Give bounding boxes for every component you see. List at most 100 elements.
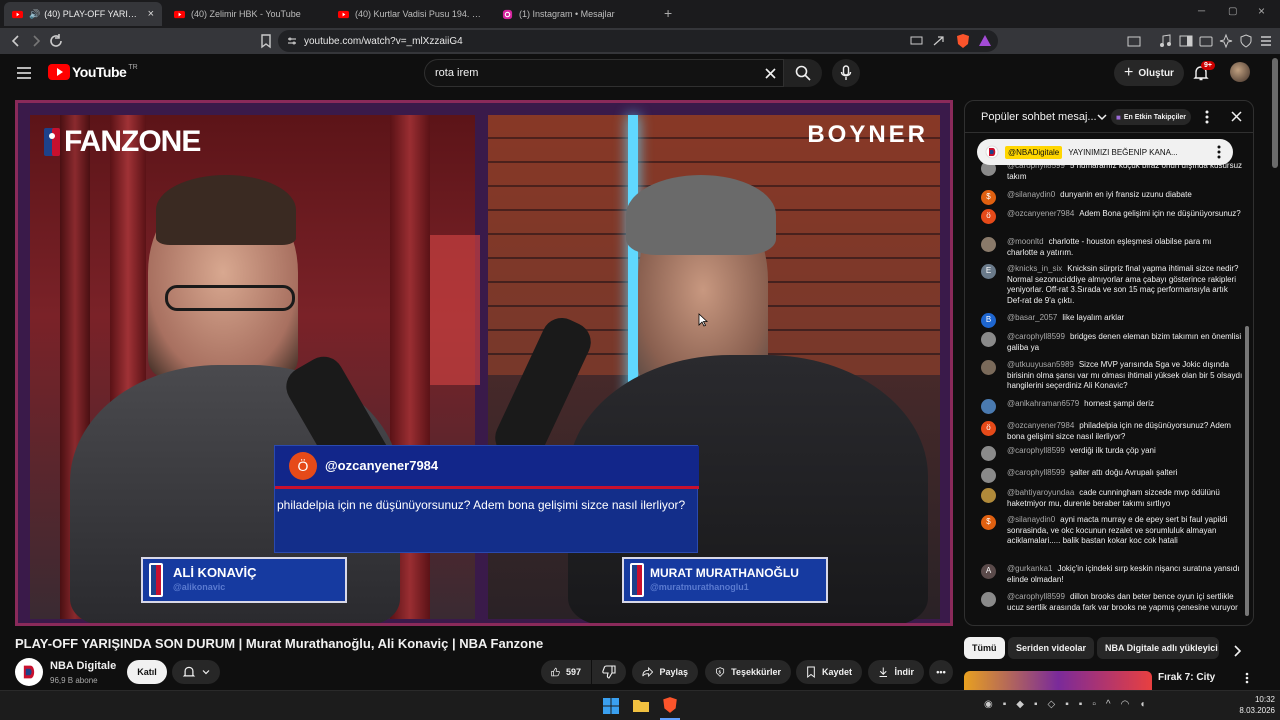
chat-message[interactable]: A @gurkanka1 Jokiç'in içindeki sırp keskin…	[981, 564, 1243, 585]
chat-message[interactable]: @carophyll8599 şalter attı doğu Avrupalı …	[981, 468, 1243, 483]
chat-author[interactable]: @utkuuyusan5989	[1007, 360, 1074, 369]
bookmark-icon[interactable]	[258, 33, 274, 49]
search-input[interactable]: rota irem	[424, 59, 784, 87]
page-scrollbar[interactable]	[1272, 58, 1278, 168]
pinned-more-icon[interactable]	[1217, 145, 1221, 159]
chat-avatar[interactable]	[981, 468, 996, 483]
more-actions-button[interactable]: •••	[929, 660, 953, 684]
chat-avatar[interactable]: B	[981, 313, 996, 328]
like-button[interactable]: 597	[541, 660, 591, 684]
next-video-thumbnail[interactable]	[964, 671, 1152, 690]
close-tab-icon[interactable]: ×	[148, 8, 154, 20]
create-button[interactable]: + Oluştur	[1114, 60, 1184, 86]
top-fans-badge[interactable]: ■ En Etkin Takipçiler	[1111, 109, 1191, 125]
dislike-button[interactable]	[592, 660, 626, 684]
chevron-down-icon[interactable]	[1097, 113, 1107, 121]
chat-avatar[interactable]: E	[981, 264, 996, 279]
channel-name[interactable]: NBA Digitale	[50, 660, 116, 672]
tray-icon[interactable]: ▪	[1079, 699, 1083, 710]
youtube-logo[interactable]: YouTube TR	[48, 64, 138, 80]
chat-message[interactable]: @anlkahraman6579 hornest şampi deriz	[981, 399, 1243, 414]
chat-avatar[interactable]	[981, 592, 996, 607]
tray-icon[interactable]: ▪	[1034, 699, 1038, 710]
share-icon[interactable]	[932, 35, 945, 47]
chat-avatar[interactable]: $	[981, 190, 996, 205]
clear-search-icon[interactable]	[765, 68, 776, 79]
chat-avatar[interactable]: ö	[981, 209, 996, 224]
chat-avatar[interactable]	[981, 237, 996, 252]
screenshot-icon[interactable]	[1126, 33, 1142, 49]
chat-message[interactable]: @carophyll8599 verdiği ilk turda çöp yani	[981, 446, 1243, 461]
system-tray[interactable]: ◉ ▪ ◆ ▪ ◇ ▪ ▪ ▫ ^ ◠ ◖	[984, 699, 1145, 710]
chat-message[interactable]: $ @silanaydin0 ayni macta murray e de epey…	[981, 515, 1243, 547]
sidebar-icon[interactable]	[1178, 33, 1194, 49]
chat-author[interactable]: @bahtiyaroyundaa	[1007, 488, 1074, 497]
windows-start-icon[interactable]	[603, 698, 619, 714]
chat-message[interactable]: ö @ozcanyener7984 philadelpia için ne düşü…	[981, 421, 1243, 442]
clock[interactable]: 10:32 8.03.2026	[1225, 694, 1275, 716]
channel-avatar[interactable]	[15, 658, 43, 686]
chat-avatar[interactable]	[981, 399, 996, 414]
volume-icon[interactable]: ◖	[1139, 699, 1145, 710]
chat-message[interactable]: @moonltd charlotte - houston eşleşmesi ol…	[981, 237, 1243, 258]
hamburger-menu-icon[interactable]	[16, 66, 32, 80]
thanks-button[interactable]: $ Teşekkürler	[705, 660, 791, 684]
chat-author[interactable]: @silanaydin0	[1007, 515, 1055, 524]
chat-avatar[interactable]: A	[981, 564, 996, 579]
chat-message[interactable]: E @knicks_in_six Knicksin sürpriz final ya…	[981, 264, 1243, 306]
minimize-icon[interactable]: ─	[1198, 6, 1205, 17]
chat-message[interactable]: @carophyll8599 dillon brooks dan beter be…	[981, 592, 1243, 613]
tab[interactable]: (40) Kurtlar Vadisi Pusu 194. Bölüm -	[330, 2, 490, 26]
chat-author[interactable]: @carophyll8599	[1007, 592, 1065, 601]
more-options-icon[interactable]	[1245, 672, 1249, 684]
chip-all[interactable]: Tümü	[964, 637, 1005, 659]
chip-series[interactable]: Seriden videolar	[1008, 637, 1095, 659]
chip-uploader[interactable]: NBA Digitale adlı yükleyici	[1097, 637, 1219, 659]
tab-active[interactable]: 🔊 (40) PLAY-OFF YARIŞINDA SO ×	[4, 2, 162, 26]
chat-author[interactable]: @ozcanyener7984	[1007, 421, 1074, 430]
pinned-message[interactable]: @NBADigitale YAYINIMIZI BEĞENİP KANA...	[977, 139, 1233, 165]
tray-icon[interactable]: ▪	[1065, 699, 1069, 710]
reload-icon[interactable]	[48, 33, 64, 49]
chat-avatar[interactable]	[981, 360, 996, 375]
chat-message[interactable]: ö @ozcanyener7984 Adem Bona gelişimi için …	[981, 209, 1243, 224]
join-button[interactable]: Katıl	[127, 660, 167, 684]
more-options-icon[interactable]	[1205, 110, 1209, 124]
file-explorer-icon[interactable]	[632, 697, 650, 713]
wifi-icon[interactable]: ◠	[1121, 699, 1130, 710]
wallet-icon[interactable]	[1198, 33, 1214, 49]
tray-icon[interactable]: ▪	[1003, 699, 1007, 710]
download-button[interactable]: İndir	[868, 660, 924, 684]
tray-icon[interactable]: ◆	[1016, 699, 1024, 710]
chat-author[interactable]: @basar_2057	[1007, 313, 1057, 322]
subscription-bell-button[interactable]	[172, 660, 220, 684]
forward-icon[interactable]	[28, 33, 44, 49]
close-chat-icon[interactable]	[1231, 111, 1242, 122]
save-button[interactable]: Kaydet	[796, 660, 862, 684]
chat-scrollbar[interactable]	[1245, 326, 1249, 616]
chat-message[interactable]: $ @silanaydin0 dunyanin en iyi fransiz uzu…	[981, 190, 1243, 205]
tab[interactable]: (40) Zelimir HBK - YouTube	[166, 2, 326, 26]
chat-mode-title[interactable]: Popüler sohbet mesaj...	[981, 111, 1097, 123]
window-close-icon[interactable]: ×	[1258, 4, 1265, 18]
chat-author[interactable]: @gurkanka1	[1007, 564, 1052, 573]
chat-author[interactable]: @carophyll8599	[1007, 332, 1065, 341]
video-player[interactable]: FANZONE BOYNER Ö @ozcanyener7984 philade…	[15, 100, 953, 626]
leo-ai-icon[interactable]	[1218, 33, 1234, 49]
search-button[interactable]	[784, 59, 822, 87]
chat-author[interactable]: @carophyll8599	[1007, 468, 1065, 477]
share-button[interactable]: Paylaş	[632, 660, 698, 684]
chat-author[interactable]: @carophyll8599	[1007, 446, 1065, 455]
tray-icon[interactable]: ^	[1106, 699, 1111, 710]
tray-icon[interactable]: ▫	[1092, 699, 1096, 710]
chat-author[interactable]: @knicks_in_six	[1007, 264, 1062, 273]
media-icon[interactable]	[1158, 33, 1174, 49]
chat-message[interactable]: @utkuuyusan5989 Sizce MVP yarısında Sga v…	[981, 360, 1243, 392]
tab[interactable]: (1) Instagram • Mesajlar	[494, 2, 656, 26]
cast-icon[interactable]	[910, 35, 923, 47]
address-bar[interactable]: youtube.com/watch?v=_mlXzzaiiG4	[278, 30, 998, 52]
brave-rewards-icon[interactable]	[978, 34, 992, 48]
brave-shields-icon[interactable]	[956, 33, 970, 49]
menu-icon[interactable]	[1258, 33, 1274, 49]
chat-message[interactable]: @bahtiyaroyundaa cade cunningham sizcede …	[981, 488, 1243, 509]
